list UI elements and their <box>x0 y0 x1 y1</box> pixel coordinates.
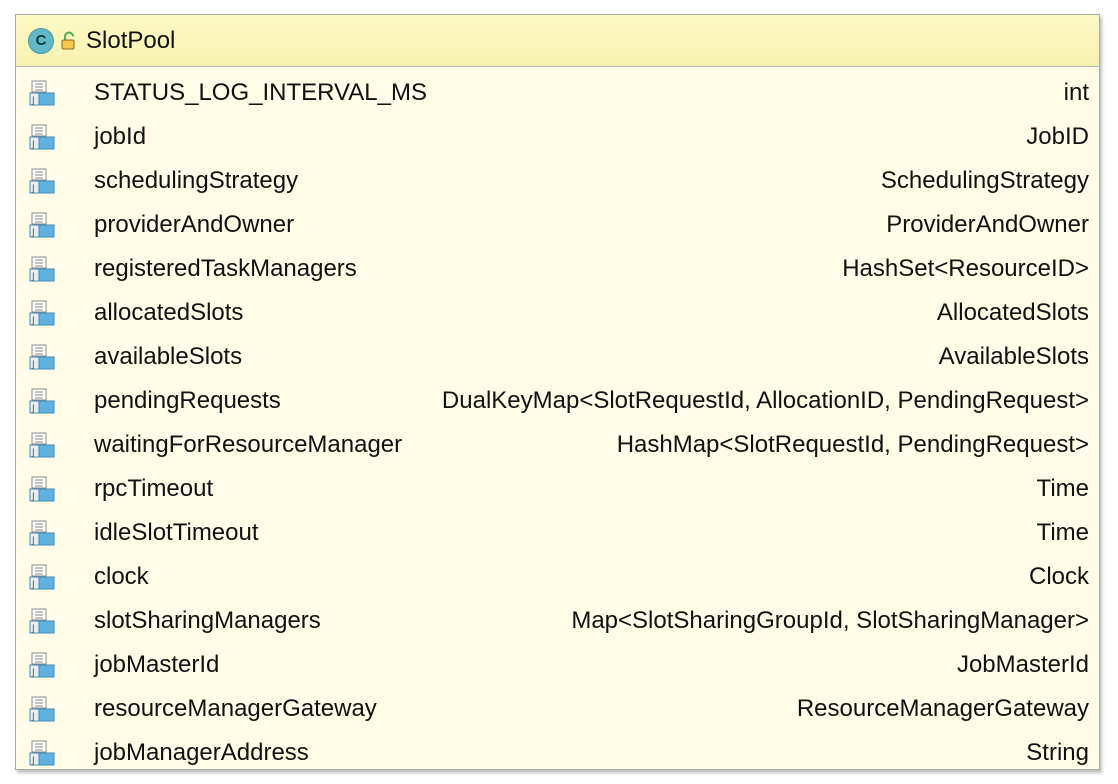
svg-text:J: J <box>31 184 35 194</box>
field-name: jobId <box>94 123 147 150</box>
field-type: AvailableSlots <box>938 343 1089 370</box>
svg-text:J: J <box>31 228 35 238</box>
svg-text:J: J <box>31 756 35 766</box>
field-row[interactable]: J clock Clock <box>16 555 1099 599</box>
field-name: schedulingStrategy <box>94 167 299 194</box>
field-name: clock <box>94 563 149 590</box>
field-icon: J <box>29 696 55 722</box>
field-list: J STATUS_LOG_INTERVAL_MS int J jobId Job… <box>16 67 1099 775</box>
field-icon: J <box>29 124 55 150</box>
field-name: waitingForResourceManager <box>94 431 403 458</box>
field-type: int <box>1063 79 1089 106</box>
field-icon: J <box>29 256 55 282</box>
field-row[interactable]: J jobId JobID <box>16 115 1099 159</box>
field-row[interactable]: J waitingForResourceManager HashMap<Slot… <box>16 423 1099 467</box>
field-row[interactable]: J availableSlots AvailableSlots <box>16 335 1099 379</box>
unlocked-icon <box>61 31 75 49</box>
field-name: registeredTaskManagers <box>94 255 357 282</box>
field-row[interactable]: J resourceManagerGateway ResourceManager… <box>16 687 1099 731</box>
field-type: HashSet<ResourceID> <box>842 255 1089 282</box>
field-type: JobMasterId <box>956 651 1089 678</box>
svg-text:J: J <box>31 272 35 282</box>
field-icon: J <box>29 300 55 326</box>
field-row[interactable]: J allocatedSlots AllocatedSlots <box>16 291 1099 335</box>
field-type: Time <box>1036 475 1089 502</box>
class-icon: C <box>28 27 54 54</box>
field-name: rpcTimeout <box>94 475 214 502</box>
field-type: Map<SlotSharingGroupId, SlotSharingManag… <box>571 607 1089 634</box>
field-icon: J <box>29 168 55 194</box>
field-icon: J <box>29 740 55 766</box>
field-type: String <box>1026 739 1089 766</box>
svg-text:J: J <box>31 448 35 458</box>
field-type: DualKeyMap<SlotRequestId, AllocationID, … <box>441 387 1089 414</box>
field-name: STATUS_LOG_INTERVAL_MS <box>94 79 427 106</box>
field-type: ProviderAndOwner <box>886 211 1089 238</box>
field-icon: J <box>29 564 55 590</box>
svg-text:J: J <box>31 492 35 502</box>
field-icon: J <box>29 388 55 414</box>
svg-text:J: J <box>31 536 35 546</box>
field-row[interactable]: J idleSlotTimeout Time <box>16 511 1099 555</box>
field-icon: J <box>29 80 55 106</box>
field-type: AllocatedSlots <box>936 299 1089 326</box>
field-name: idleSlotTimeout <box>94 519 259 546</box>
svg-text:J: J <box>31 668 35 678</box>
field-row[interactable]: J registeredTaskManagers HashSet<Resourc… <box>16 247 1099 291</box>
class-name: SlotPool <box>86 26 176 54</box>
field-icon: J <box>29 520 55 546</box>
svg-text:J: J <box>31 140 35 150</box>
field-row[interactable]: J providerAndOwner ProviderAndOwner <box>16 203 1099 247</box>
svg-text:J: J <box>31 404 35 414</box>
svg-text:J: J <box>31 316 35 326</box>
svg-text:J: J <box>31 624 35 634</box>
field-icon: J <box>29 476 55 502</box>
field-row[interactable]: J pendingRequests DualKeyMap<SlotRequest… <box>16 379 1099 423</box>
class-node[interactable]: C SlotPool J STATUS_LOG_INTERVAL_MS int <box>15 14 1100 770</box>
field-row[interactable]: J slotSharingManagers Map<SlotSharingGro… <box>16 599 1099 643</box>
field-type: ResourceManagerGateway <box>796 695 1089 722</box>
field-row[interactable]: J STATUS_LOG_INTERVAL_MS int <box>16 71 1099 115</box>
field-type: Clock <box>1028 563 1089 590</box>
field-name: jobManagerAddress <box>94 739 309 766</box>
field-icon: J <box>29 652 55 678</box>
field-name: resourceManagerGateway <box>94 695 377 722</box>
field-icon: J <box>29 344 55 370</box>
svg-text:J: J <box>31 712 35 722</box>
field-row[interactable]: J jobManagerAddress String <box>16 731 1099 775</box>
svg-text:J: J <box>31 580 35 590</box>
field-icon: J <box>29 608 55 634</box>
class-header[interactable]: C SlotPool <box>16 15 1099 67</box>
field-name: slotSharingManagers <box>94 607 321 634</box>
svg-text:J: J <box>31 360 35 370</box>
field-name: allocatedSlots <box>94 299 244 326</box>
field-name: pendingRequests <box>94 387 281 414</box>
field-icon: J <box>29 432 55 458</box>
field-type: HashMap<SlotRequestId, PendingRequest> <box>616 431 1089 458</box>
field-row[interactable]: J rpcTimeout Time <box>16 467 1099 511</box>
field-row[interactable]: J schedulingStrategy SchedulingStrategy <box>16 159 1099 203</box>
field-name: availableSlots <box>94 343 243 370</box>
field-icon: J <box>29 212 55 238</box>
field-type: Time <box>1036 519 1089 546</box>
svg-text:J: J <box>31 96 35 106</box>
field-name: jobMasterId <box>94 651 220 678</box>
field-name: providerAndOwner <box>94 211 295 238</box>
field-type: SchedulingStrategy <box>880 167 1089 194</box>
field-row[interactable]: J jobMasterId JobMasterId <box>16 643 1099 687</box>
field-type: JobID <box>1026 123 1089 150</box>
